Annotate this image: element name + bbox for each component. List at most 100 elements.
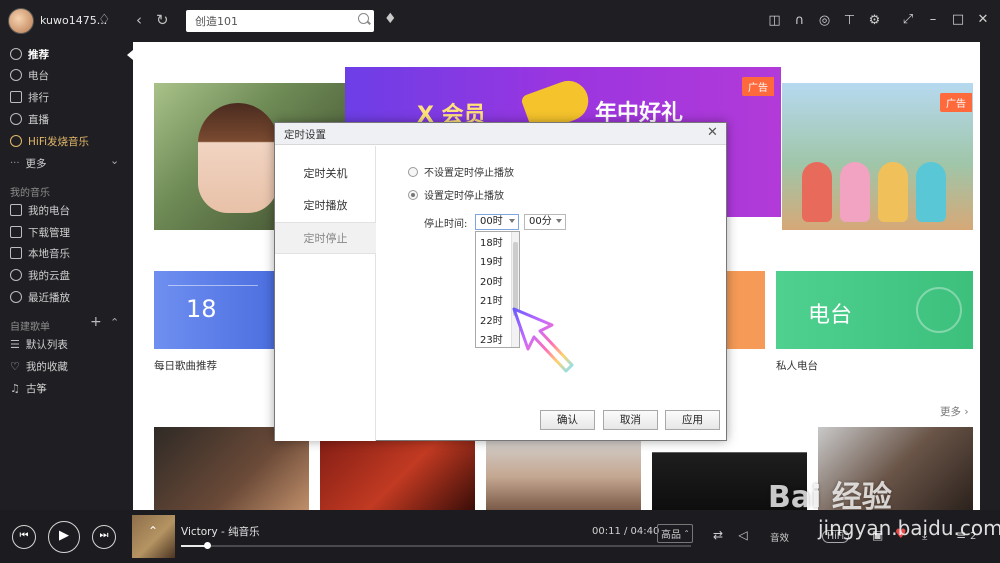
plus-icon[interactable]: +	[90, 314, 102, 330]
radio-no-stop[interactable]: 不设置定时停止播放	[408, 164, 514, 179]
chevron-down-icon[interactable]: ⌄	[110, 154, 119, 167]
quality-select[interactable]: 高品 ˆ	[657, 524, 694, 543]
sidebar-item-guzheng[interactable]: ♫ 古筝	[10, 379, 47, 397]
private-radio-caption[interactable]: 私人电台	[776, 358, 818, 373]
sidebar-item-radio[interactable]: 电台	[10, 66, 49, 84]
timer-settings-dialog: 定时设置 ✕ 定时关机 定时播放 定时停止 不设置定时停止播放 设置定时停止播放…	[274, 122, 727, 441]
minimize-icon[interactable]: –	[925, 12, 941, 28]
disc-icon	[10, 48, 22, 60]
daily-recommend-caption[interactable]: 每日歌曲推荐	[154, 358, 217, 373]
game-character	[802, 162, 832, 222]
radio-label: 不设置定时停止播放	[424, 168, 514, 179]
radio-button[interactable]	[408, 189, 418, 200]
player-icon-group: ⇄ ◁	[710, 527, 751, 543]
girl-portrait	[198, 103, 278, 213]
sidebar-item-local-music[interactable]: 本地音乐	[10, 244, 70, 262]
sidebar-item-label: 我的电台	[28, 204, 70, 217]
chevron-up-icon[interactable]: ⌃	[148, 524, 158, 538]
daily-date: 18	[186, 295, 217, 323]
repeat-icon[interactable]: ⇄	[710, 527, 726, 543]
tab-timed-stop[interactable]: 定时停止	[275, 222, 376, 254]
hour-option[interactable]: 22时	[480, 312, 503, 327]
skin-icon[interactable]: ◫	[766, 12, 783, 29]
radio-set-stop[interactable]: 设置定时停止播放	[408, 187, 504, 202]
chevron-up-icon[interactable]: ⌃	[110, 316, 119, 329]
play-button[interactable]: ▶	[48, 521, 80, 553]
previous-track-button[interactable]: ⏮	[12, 525, 36, 549]
radio-button[interactable]	[408, 166, 418, 177]
scrollbar[interactable]	[980, 42, 1000, 510]
hour-option[interactable]: 20时	[480, 273, 503, 288]
back-arrow-icon[interactable]: ‹	[136, 11, 142, 29]
chart-icon	[10, 91, 22, 103]
song-title[interactable]: Victory - 纯音乐	[181, 524, 260, 539]
baidu-watermark-url: jingyan.baidu.com	[818, 516, 1000, 540]
next-track-button[interactable]: ⏭	[92, 525, 116, 549]
sidebar-item-rank[interactable]: 排行	[10, 88, 49, 106]
minute-select-value: 00分	[529, 216, 552, 227]
minute-select[interactable]: 00分	[524, 214, 566, 230]
tab-timed-shutdown[interactable]: 定时关机	[275, 158, 376, 190]
sidebar-item-live[interactable]: 直播	[10, 110, 49, 128]
dialog-close-icon[interactable]: ✕	[707, 125, 718, 140]
computer-icon	[10, 247, 22, 259]
sidebar-item-label: 电台	[28, 69, 49, 82]
apply-button[interactable]: 应用	[665, 410, 720, 430]
vip-diamond-icon[interactable]: ♢	[98, 12, 111, 28]
headphones-icon[interactable]: ∩	[791, 12, 808, 29]
sidebar-item-my-radio[interactable]: 我的电台	[10, 201, 70, 219]
sidebar-item-favorites[interactable]: ♡ 我的收藏	[10, 357, 68, 375]
hour-select[interactable]: 00时	[475, 214, 519, 230]
search-input[interactable]	[186, 10, 374, 32]
hour-option[interactable]: 21时	[480, 292, 503, 307]
stop-time-label: 停止时间:	[424, 219, 468, 230]
card-partial[interactable]	[725, 271, 765, 349]
mic-icon	[10, 113, 22, 125]
progress-bar[interactable]	[181, 542, 691, 549]
maximize-icon[interactable]: □	[950, 12, 966, 28]
chevron-down-icon	[509, 219, 515, 223]
sidebar-item-label: 推荐	[28, 48, 49, 61]
daily-recommend-card[interactable]: 18	[154, 271, 274, 349]
sidebar-item-hifi[interactable]: HiFi发烧音乐	[10, 132, 89, 150]
sidebar-item-label: 排行	[28, 91, 49, 104]
heart-icon: ♡	[10, 359, 20, 373]
hifi-icon	[10, 135, 22, 147]
shirt-icon[interactable]: ⊤	[841, 12, 858, 29]
cancel-button[interactable]: 取消	[603, 410, 658, 430]
avatar[interactable]	[8, 8, 34, 34]
dialog-titlebar[interactable]: 定时设置 ✕	[275, 123, 726, 145]
sidebar-item-more[interactable]: ··· 更多	[10, 154, 47, 172]
pointer-arrow-icon	[512, 307, 574, 373]
sidebar-item-recent[interactable]: 最近播放	[10, 288, 70, 306]
settings-icon[interactable]: ⚙	[866, 12, 883, 29]
confirm-button[interactable]: 确认	[540, 410, 595, 430]
voice-search-icon[interactable]: ♦	[384, 11, 397, 27]
close-icon[interactable]: ✕	[975, 12, 991, 28]
more-link[interactable]: 更多 ›	[940, 404, 969, 419]
hour-option[interactable]: 19时	[480, 253, 503, 268]
divider	[168, 285, 258, 286]
banner-right-image[interactable]: 广告	[782, 83, 973, 230]
mini-mode-icon[interactable]: ⤢	[900, 12, 916, 28]
game-character	[916, 162, 946, 222]
progress-handle[interactable]	[203, 542, 211, 549]
ad-badge: 广告	[940, 93, 972, 112]
search-icon[interactable]	[358, 13, 369, 24]
refresh-icon[interactable]: ↻	[156, 11, 169, 29]
sidebar-item-recommend[interactable]: 推荐	[10, 45, 49, 63]
radio-decoration-icon	[916, 287, 962, 333]
volume-icon[interactable]: ◁	[735, 527, 751, 543]
cloud-icon	[10, 269, 22, 281]
sound-effect-label[interactable]: 音效	[770, 530, 789, 544]
sidebar-item-downloads[interactable]: 下载管理	[10, 223, 70, 241]
tab-timed-play[interactable]: 定时播放	[275, 190, 376, 222]
private-radio-card[interactable]: 电台	[776, 271, 973, 349]
hour-option[interactable]: 18时	[480, 234, 503, 249]
sidebar-item-default-list[interactable]: ☰ 默认列表	[10, 335, 68, 353]
sidebar-item-label: 更多	[25, 157, 47, 170]
sidebar-item-label: 默认列表	[25, 338, 68, 351]
sidebar-item-cloud[interactable]: 我的云盘	[10, 266, 70, 284]
hour-option[interactable]: 23时	[480, 331, 503, 346]
gamepad-icon[interactable]: ◎	[816, 12, 833, 29]
